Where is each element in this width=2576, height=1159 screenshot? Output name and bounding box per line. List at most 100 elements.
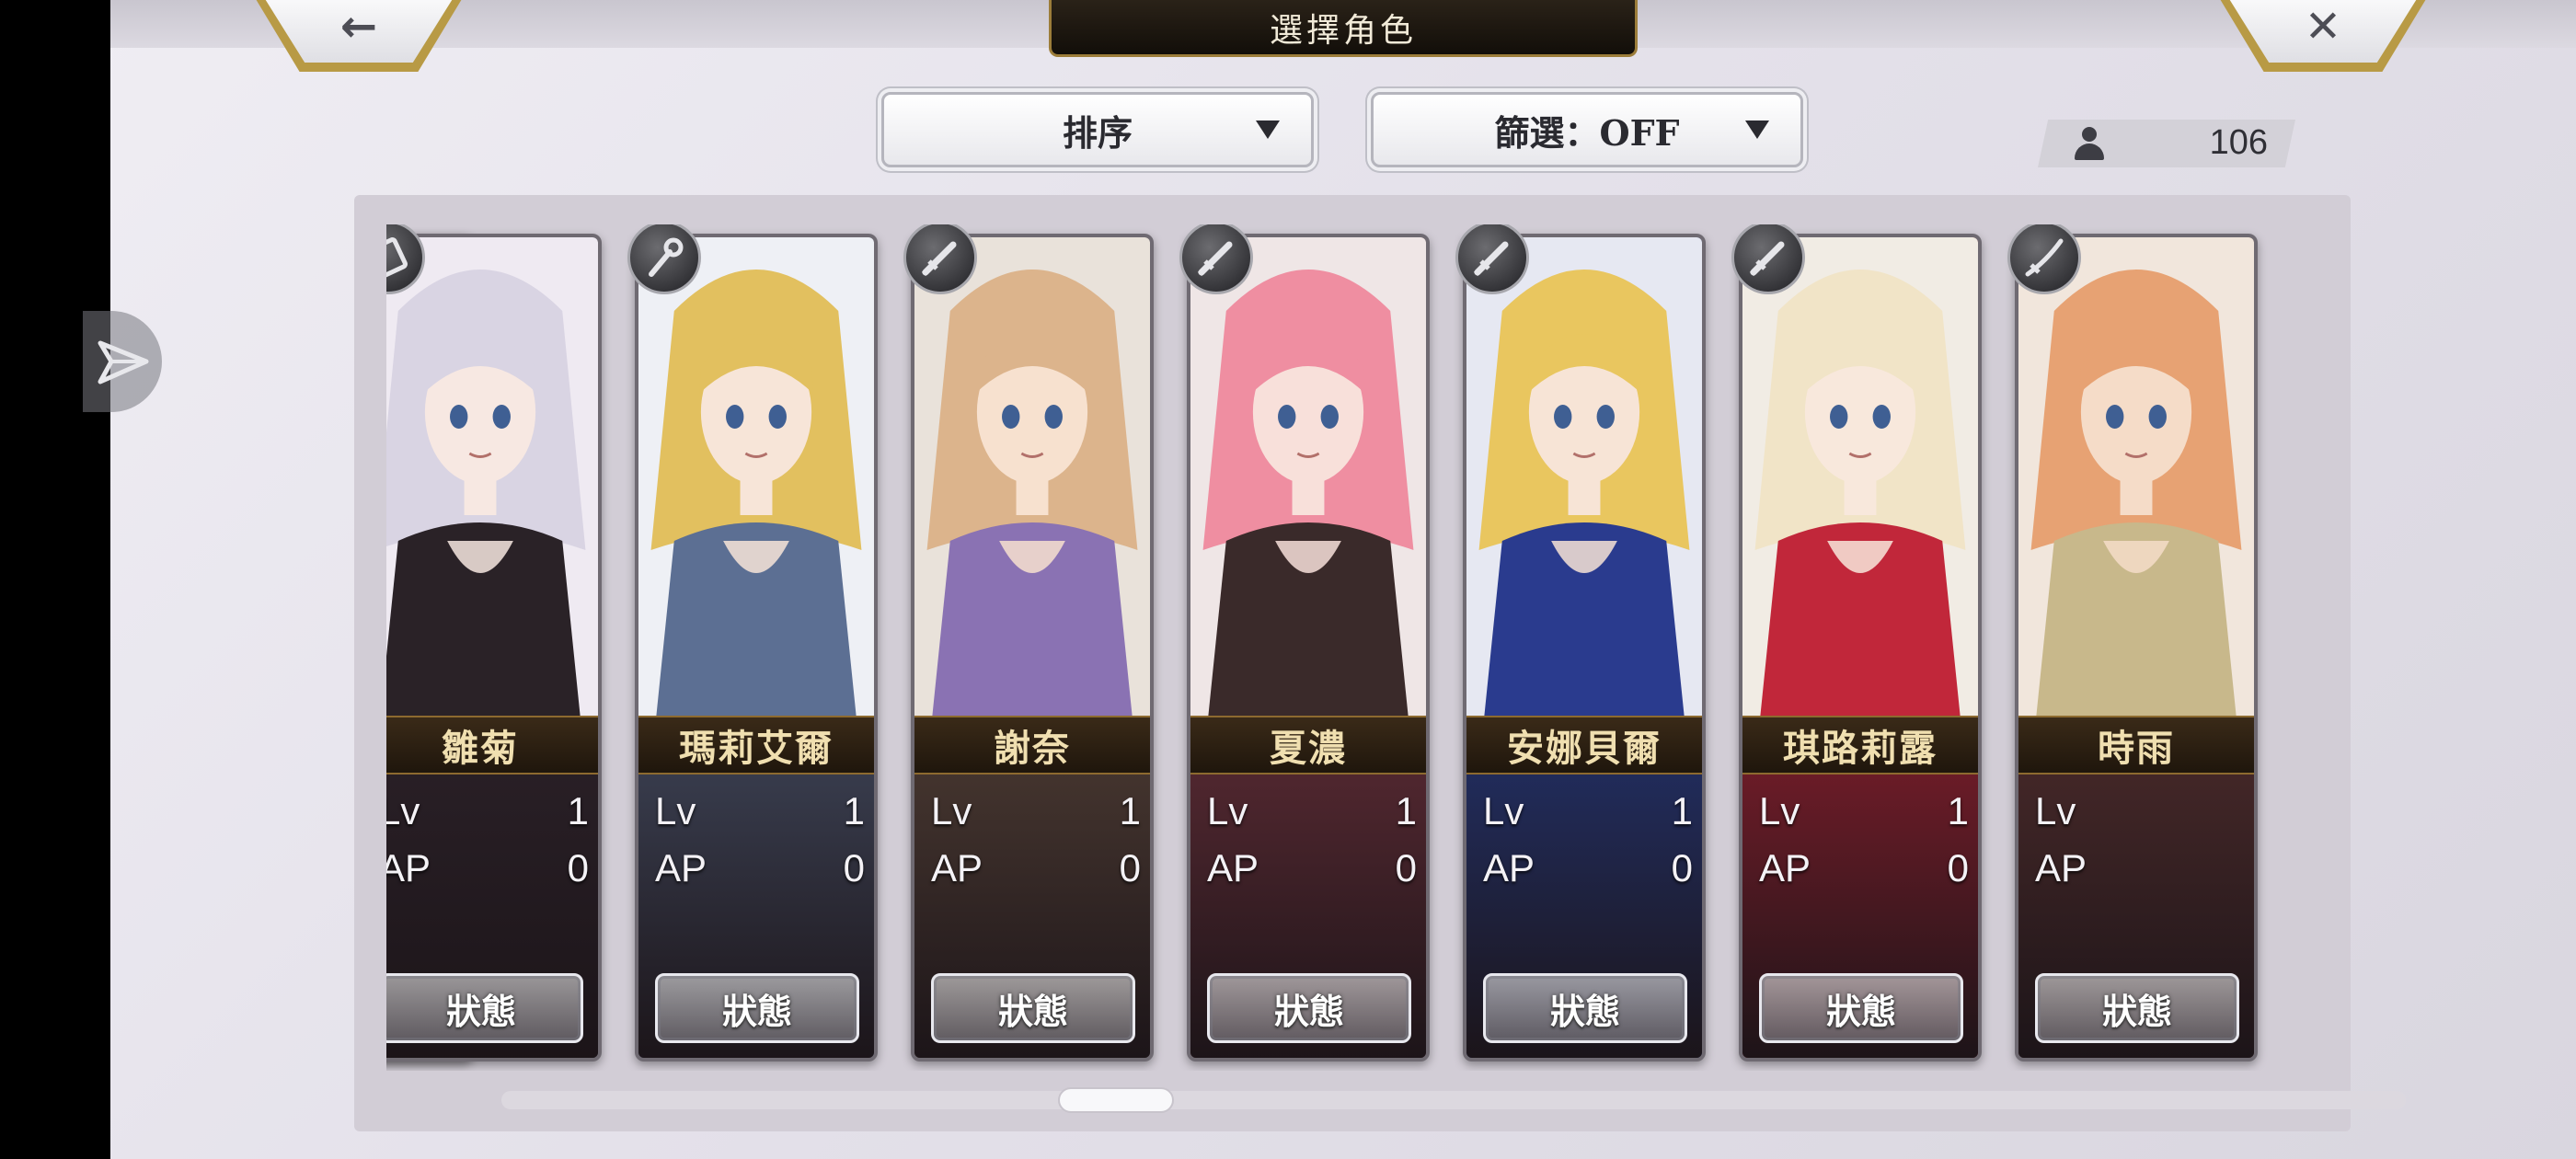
level-label: Lv xyxy=(2035,789,2076,832)
back-arrow-icon: ← xyxy=(339,1,378,52)
filter-dropdown[interactable]: 篩選：OFF xyxy=(1371,92,1803,167)
ap-value: 0 xyxy=(843,846,865,889)
character-name: 安娜貝爾 xyxy=(1507,727,1662,770)
status-button-label: 狀態 xyxy=(1549,990,1620,1032)
status-button-label: 狀態 xyxy=(1825,990,1896,1032)
character-card[interactable]: 謝奈 Lv 1 AP 0 狀態 xyxy=(911,234,1154,1061)
ap-value: 0 xyxy=(567,846,589,889)
ap-row: AP 0 xyxy=(931,846,1141,890)
ap-label: AP xyxy=(1759,846,1811,889)
status-button-label: 狀態 xyxy=(1273,990,1344,1032)
horizontal-scrollbar-thumb[interactable] xyxy=(1058,1087,1174,1113)
page-title-plate: 選擇角色 xyxy=(1049,0,1638,57)
ap-label: AP xyxy=(931,846,983,889)
character-card[interactable]: 琪路莉露 Lv 1 AP 0 狀態 xyxy=(1739,234,1982,1061)
level-value: 1 xyxy=(1671,789,1693,832)
character-name: 瑪莉艾爾 xyxy=(679,727,834,770)
sort-dropdown[interactable]: 排序 xyxy=(881,92,1314,167)
ap-value: 0 xyxy=(1947,846,1969,889)
ap-row: AP 0 xyxy=(655,846,865,890)
chevron-down-icon xyxy=(1256,120,1280,139)
character-card[interactable]: 時雨 Lv AP 狀態 xyxy=(2015,234,2258,1061)
character-portrait xyxy=(1742,237,1978,716)
character-card[interactable]: 夏濃 Lv 1 AP 0 狀態 xyxy=(1187,234,1430,1061)
character-name-band: 夏濃 xyxy=(1190,716,1426,775)
level-label: Lv xyxy=(1759,789,1800,832)
status-button-label: 狀態 xyxy=(721,990,792,1032)
ap-row: AP 0 xyxy=(1759,846,1969,890)
character-name-band: 雛菊 xyxy=(386,716,598,775)
level-label: Lv xyxy=(655,789,696,832)
close-icon: ✕ xyxy=(2304,1,2342,52)
level-value: 1 xyxy=(1395,789,1417,832)
character-name-band: 安娜貝爾 xyxy=(1466,716,1702,775)
ap-label: AP xyxy=(386,846,431,889)
ap-value: 0 xyxy=(1671,846,1693,889)
status-button-label: 狀態 xyxy=(997,990,1068,1032)
character-card[interactable]: 雛菊 Lv 1 AP 0 狀態 xyxy=(386,234,602,1061)
ap-value: 0 xyxy=(1119,846,1141,889)
ap-row: AP 0 xyxy=(1207,846,1417,890)
ap-label: AP xyxy=(2035,846,2087,889)
character-name-band: 瑪莉艾爾 xyxy=(638,716,874,775)
level-value: 1 xyxy=(567,789,589,832)
back-button[interactable]: ← xyxy=(253,0,465,72)
ap-row: AP 0 xyxy=(386,846,589,890)
sort-label: 排序 xyxy=(1062,111,1133,154)
status-button[interactable]: 狀態 xyxy=(2035,973,2239,1043)
level-row: Lv 1 xyxy=(931,789,1141,833)
character-card[interactable]: 瑪莉艾爾 Lv 1 AP 0 狀態 xyxy=(635,234,878,1061)
filter-label: 篩選：OFF xyxy=(1494,111,1680,154)
level-label: Lv xyxy=(1207,789,1248,832)
horizontal-scrollbar-track[interactable] xyxy=(501,1091,2406,1109)
level-label: Lv xyxy=(931,789,972,832)
level-value: 1 xyxy=(1947,789,1969,832)
status-button[interactable]: 狀態 xyxy=(386,973,583,1043)
character-count-box: 106 xyxy=(2038,120,2295,167)
character-name: 謝奈 xyxy=(994,727,1071,770)
character-count: 106 xyxy=(2209,123,2268,162)
close-button[interactable]: ✕ xyxy=(2217,0,2429,72)
character-portrait xyxy=(914,237,1150,716)
character-name: 雛菊 xyxy=(442,727,519,770)
status-button-label: 狀態 xyxy=(445,990,516,1032)
status-button-label: 狀態 xyxy=(2101,990,2172,1032)
level-row: Lv 1 xyxy=(1759,789,1969,833)
level-row: Lv 1 xyxy=(655,789,865,833)
character-name-band: 琪路莉露 xyxy=(1742,716,1978,775)
level-row: Lv 1 xyxy=(1207,789,1417,833)
chevron-down-icon xyxy=(1745,120,1769,139)
status-button[interactable]: 狀態 xyxy=(1483,973,1687,1043)
level-value: 1 xyxy=(843,789,865,832)
character-name: 琪路莉露 xyxy=(1783,727,1938,770)
character-name-band: 時雨 xyxy=(2018,716,2254,775)
person-icon xyxy=(2075,127,2104,162)
level-label: Lv xyxy=(1483,789,1524,832)
card-carousel[interactable]: Lv 1 AP 0 狀態 雛菊 Lv 1 AP 0 xyxy=(386,224,2295,1071)
ap-label: AP xyxy=(655,846,707,889)
character-portrait xyxy=(1466,237,1702,716)
character-name: 夏濃 xyxy=(1270,727,1347,770)
character-portrait xyxy=(2018,237,2254,716)
character-name: 時雨 xyxy=(2098,727,2175,770)
level-label: Lv xyxy=(386,789,420,832)
status-button[interactable]: 狀態 xyxy=(931,973,1135,1043)
send-arrow-icon xyxy=(98,340,149,384)
page-title: 選擇角色 xyxy=(1269,11,1417,50)
status-button[interactable]: 狀態 xyxy=(1207,973,1411,1043)
status-button[interactable]: 狀態 xyxy=(655,973,859,1043)
ap-label: AP xyxy=(1483,846,1535,889)
ap-row: AP xyxy=(2035,846,2245,890)
character-name-band: 謝奈 xyxy=(914,716,1150,775)
character-card[interactable]: 安娜貝爾 Lv 1 AP 0 狀態 xyxy=(1463,234,1706,1061)
level-row: Lv 1 xyxy=(1483,789,1693,833)
character-select-screen: ← ✕ 選擇角色 排序 篩選：OFF 106 雛菊 v 1 P 0 狀態 瑪莉艾… xyxy=(110,0,2576,1159)
status-button[interactable]: 狀態 xyxy=(1759,973,1963,1043)
level-row: Lv xyxy=(2035,789,2245,833)
level-value: 1 xyxy=(1119,789,1141,832)
character-portrait xyxy=(386,237,598,716)
ap-value: 0 xyxy=(1395,846,1417,889)
character-portrait xyxy=(1190,237,1426,716)
ap-row: AP 0 xyxy=(1483,846,1693,890)
ap-label: AP xyxy=(1207,846,1259,889)
